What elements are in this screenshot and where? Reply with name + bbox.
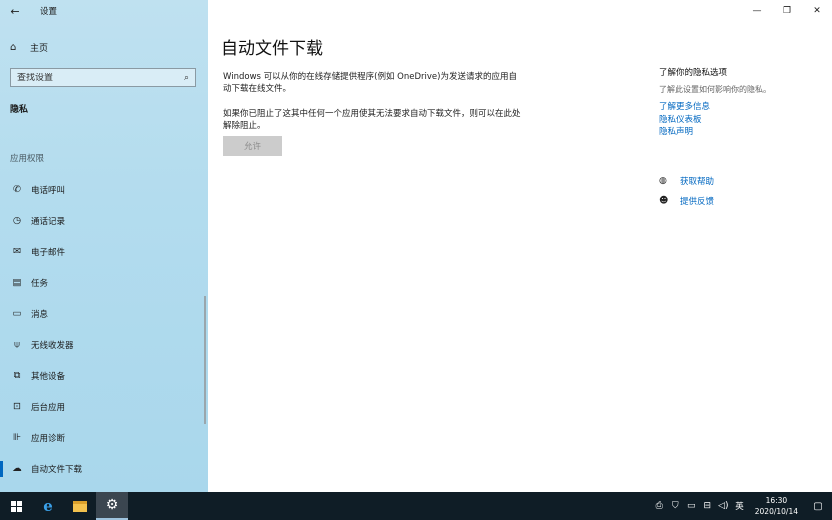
app-title: 设置 — [40, 7, 58, 17]
sidebar-item-background-apps[interactable]: ⊡ 后台应用 — [0, 391, 208, 422]
privacy-dashboard-link[interactable]: 隐私仪表板 — [659, 114, 829, 127]
close-icon: ✕ — [813, 6, 821, 16]
home-label: 主页 — [30, 43, 49, 54]
taskbar: e ⚙ ⎙ ⛉ ▭ ⊟ ◁) 英 16:30 2020/10/14 ▢ — [0, 492, 832, 520]
notification-button[interactable]: ▢ — [804, 492, 832, 520]
settings-taskbar-button[interactable]: ⚙ — [96, 492, 128, 520]
display-icon[interactable]: ▭ — [684, 501, 698, 511]
edge-icon: e — [43, 497, 53, 515]
sidebar-item-label: 其他设备 — [31, 371, 66, 382]
sidebar-item-tasks[interactable]: ▤ 任务 — [0, 267, 208, 298]
sidebar: ← 设置 ⌂ 主页 ⌕ 隐私 应用权限 ✆ 电话呼叫 ◷ 通话记录 ✉ 电子邮件… — [0, 0, 208, 492]
privacy-links: 了解更多信息 隐私仪表板 隐私声明 — [659, 101, 829, 139]
back-button[interactable]: ← — [0, 0, 30, 22]
privacy-statement-link[interactable]: 隐私声明 — [659, 126, 829, 139]
radio-icon: ⍦ — [14, 339, 20, 350]
group-title: 应用权限 — [10, 154, 45, 164]
restore-icon: ❐ — [782, 6, 792, 16]
search-icon[interactable]: ⌕ — [184, 73, 189, 83]
file-explorer-taskbar-button[interactable] — [64, 492, 96, 520]
diagnostics-icon: ⊪ — [12, 432, 22, 443]
sidebar-item-label: 电话呼叫 — [31, 185, 66, 196]
minimize-icon: — — [752, 6, 762, 16]
sidebar-item-label: 后台应用 — [31, 402, 66, 413]
title-bar: ← 设置 — [0, 0, 208, 22]
get-help-label: 获取帮助 — [680, 176, 715, 187]
give-feedback-label: 提供反馈 — [680, 196, 715, 207]
main-content: — ❐ ✕ 自动文件下载 Windows 可以从你的在线存储提供程序(例如 On… — [208, 0, 832, 492]
page-title: 自动文件下载 — [221, 39, 323, 59]
network-icon[interactable]: ⊟ — [700, 501, 714, 511]
sidebar-item-label: 自动文件下载 — [31, 464, 83, 475]
privacy-options-subtext: 了解此设置如何影响你的隐私。 — [659, 85, 771, 94]
sidebar-item-email[interactable]: ✉ 电子邮件 — [0, 236, 208, 267]
sidebar-nav: ✆ 电话呼叫 ◷ 通话记录 ✉ 电子邮件 ▤ 任务 ▭ 消息 ⍦ 无线收发器 ⧉… — [0, 174, 208, 484]
privacy-options-heading: 了解你的隐私选项 — [659, 68, 728, 78]
get-help-link[interactable]: ◍ 获取帮助 — [659, 171, 829, 191]
edge-taskbar-button[interactable]: e — [32, 492, 64, 520]
learn-more-link[interactable]: 了解更多信息 — [659, 101, 829, 114]
input-language[interactable]: 英 — [735, 500, 744, 512]
section-title: 隐私 — [10, 105, 29, 115]
call-history-icon: ◷ — [12, 215, 22, 226]
sidebar-item-automatic-file-downloads[interactable]: ☁ 自动文件下载 — [0, 453, 208, 484]
close-button[interactable]: ✕ — [802, 0, 832, 22]
arrow-left-icon: ← — [10, 4, 20, 18]
system-tray: ⎙ ⛉ ▭ ⊟ ◁) 英 16:30 2020/10/14 ▢ — [651, 492, 832, 520]
sidebar-item-messaging[interactable]: ▭ 消息 — [0, 298, 208, 329]
sidebar-item-label: 通话记录 — [31, 216, 66, 227]
home-icon: ⌂ — [10, 41, 17, 53]
feedback-icon: ☻ — [659, 195, 669, 206]
sidebar-item-label: 电子邮件 — [31, 247, 66, 258]
clock-date: 2020/10/14 — [754, 507, 798, 516]
minimize-button[interactable]: — — [742, 0, 772, 22]
background-apps-icon: ⊡ — [13, 401, 21, 412]
search-input[interactable] — [17, 72, 184, 83]
allow-button[interactable]: 允许 — [223, 136, 282, 156]
defender-icon[interactable]: ⛉ — [668, 501, 682, 511]
search-box[interactable]: ⌕ — [10, 68, 196, 87]
settings-gear-icon: ⚙ — [105, 497, 119, 513]
sidebar-scrollbar[interactable] — [204, 296, 206, 424]
sidebar-item-label: 应用诊断 — [31, 433, 66, 444]
description-text: Windows 可以从你的在线存储提供程序(例如 OneDrive)为发送请求的… — [223, 72, 517, 94]
sidebar-item-phone-calls[interactable]: ✆ 电话呼叫 — [0, 174, 208, 205]
action-icon[interactable]: ⎙ — [652, 501, 666, 511]
help-chat-icon: ◍ — [659, 175, 667, 186]
clock-time: 16:30 — [765, 496, 788, 505]
description-text-2: 如果你已阻止了这其中任何一个应用使其无法要求自动下载文件，则可以在此处解除阻止。 — [223, 109, 521, 131]
give-feedback-link[interactable]: ☻ 提供反馈 — [659, 191, 829, 211]
right-panel: 了解你的隐私选项 了解此设置如何影响你的隐私。 了解更多信息 隐私仪表板 隐私声… — [659, 66, 829, 211]
phone-icon: ✆ — [13, 184, 21, 195]
sidebar-item-other-devices[interactable]: ⧉ 其他设备 — [0, 360, 208, 391]
clock[interactable]: 16:30 2020/10/14 — [755, 495, 798, 517]
sidebar-item-label: 任务 — [31, 278, 49, 289]
help-section: ◍ 获取帮助 ☻ 提供反馈 — [659, 171, 829, 211]
restore-button[interactable]: ❐ — [772, 0, 802, 22]
volume-icon[interactable]: ◁) — [716, 501, 730, 511]
start-button[interactable] — [0, 492, 32, 520]
sidebar-item-call-history[interactable]: ◷ 通话记录 — [0, 205, 208, 236]
windows-start-icon — [10, 500, 22, 512]
sidebar-item-label: 消息 — [31, 309, 49, 320]
sidebar-item-home[interactable]: ⌂ 主页 — [0, 38, 208, 56]
file-explorer-icon — [73, 500, 87, 512]
sidebar-item-label: 无线收发器 — [31, 340, 74, 351]
window-controls: — ❐ ✕ — [742, 0, 832, 22]
cloud-icon: ☁ — [12, 463, 22, 474]
mail-icon: ✉ — [13, 246, 21, 257]
sidebar-item-radios[interactable]: ⍦ 无线收发器 — [0, 329, 208, 360]
sidebar-item-app-diagnostics[interactable]: ⊪ 应用诊断 — [0, 422, 208, 453]
devices-icon: ⧉ — [13, 370, 21, 381]
notification-icon: ▢ — [813, 500, 823, 512]
tasks-icon: ▤ — [12, 277, 22, 288]
message-icon: ▭ — [12, 308, 22, 319]
